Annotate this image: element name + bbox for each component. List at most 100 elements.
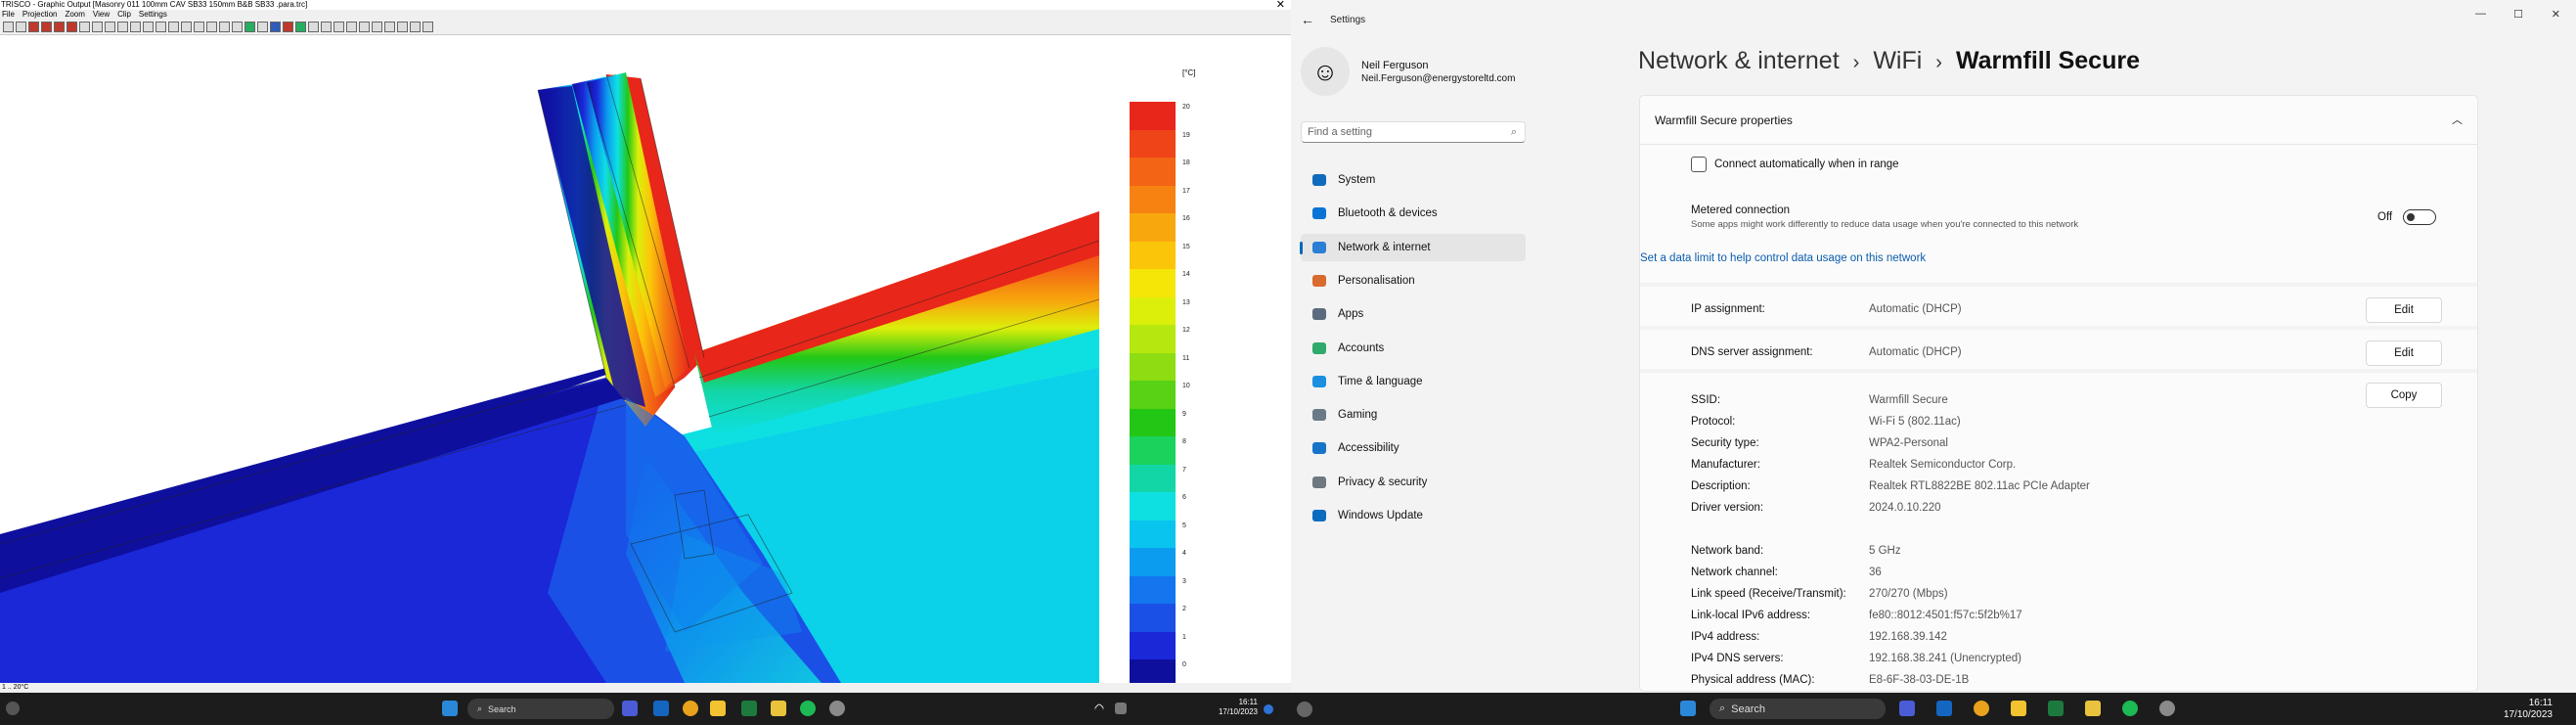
toolbar-button-icon[interactable] (270, 22, 281, 32)
menu-item-view[interactable]: View (93, 10, 110, 20)
file-explorer-icon[interactable] (2011, 701, 2026, 716)
start-icon[interactable] (442, 701, 458, 716)
clock[interactable]: 16:11 17/10/2023 (2494, 698, 2553, 721)
sidebar-item-bluetooth-devices[interactable]: Bluetooth & devices (1301, 200, 1526, 227)
file-explorer-icon[interactable] (710, 701, 726, 716)
toolbar-button-icon[interactable] (105, 22, 115, 32)
teams-icon[interactable] (622, 701, 638, 716)
toolbar-button-icon[interactable] (244, 22, 255, 32)
toolbar-button-icon[interactable] (143, 22, 154, 32)
toolbar-button-icon[interactable] (92, 22, 103, 32)
toolbar-button-icon[interactable] (283, 22, 293, 32)
toolbar-button-icon[interactable] (181, 22, 192, 32)
sidebar-item-network-internet[interactable]: Network & internet (1300, 233, 1526, 261)
back-arrow-icon[interactable]: ← (1301, 12, 1314, 27)
sidebar-item-system[interactable]: System (1301, 166, 1526, 194)
toolbar-button-icon[interactable] (130, 22, 141, 32)
trisco-app-icon[interactable] (2085, 701, 2101, 716)
spotify-icon[interactable] (2122, 701, 2138, 716)
menu-item-projection[interactable]: Projection (22, 10, 58, 20)
legend-swatch (1130, 269, 1176, 297)
maximize-icon[interactable]: ☐ (2513, 8, 2523, 21)
toolbar-button-icon[interactable] (16, 22, 26, 32)
toolbar-button-icon[interactable] (67, 22, 77, 32)
sidebar-item-personalisation[interactable]: Personalisation (1301, 267, 1526, 295)
sidebar-item-label: Time & language (1338, 375, 1423, 387)
metered-toggle[interactable] (2403, 209, 2436, 225)
sidebar-item-accessibility[interactable]: Accessibility (1301, 434, 1526, 462)
toolbar-button-icon[interactable] (308, 22, 319, 32)
sidebar-item-privacy-security[interactable]: Privacy & security (1301, 469, 1526, 496)
close-icon[interactable]: ✕ (1276, 0, 1285, 11)
toolbar-button-icon[interactable] (54, 22, 65, 32)
ip-edit-button[interactable]: Edit (2366, 297, 2442, 323)
weather-icon[interactable] (1297, 702, 1312, 717)
taskbar-search[interactable]: ⌕ Search (1710, 699, 1886, 719)
outlook-icon[interactable] (653, 701, 669, 716)
toolbar-button-icon[interactable] (321, 22, 332, 32)
excel-icon[interactable] (2048, 701, 2064, 716)
clock[interactable]: 16:11 17/10/2023 (1203, 698, 1258, 717)
toolbar-button-icon[interactable] (257, 22, 268, 32)
outlook-icon[interactable] (1936, 701, 1952, 716)
sidebar-item-gaming[interactable]: Gaming (1301, 401, 1526, 429)
spotify-icon[interactable] (800, 701, 816, 716)
toolbar-button-icon[interactable] (384, 22, 395, 32)
search-icon: ⌕ (1719, 702, 1726, 714)
minimize-icon[interactable]: — (2475, 8, 2486, 20)
toolbar-button-icon[interactable] (397, 22, 408, 32)
toolbar-button-icon[interactable] (155, 22, 166, 32)
legend-label: 20 (1182, 104, 1190, 111)
toolbar-button-icon[interactable] (232, 22, 243, 32)
chevron-up-icon[interactable] (1093, 702, 1105, 714)
toolbar-button-icon[interactable] (410, 22, 421, 32)
legend-swatch (1130, 241, 1176, 269)
toolbar-button-icon[interactable] (333, 22, 344, 32)
notification-icon[interactable] (1264, 704, 1273, 714)
toolbar-button-icon[interactable] (295, 22, 306, 32)
toolbar-button-icon[interactable] (28, 22, 39, 32)
sidebar-item-time-language[interactable]: Time & language (1301, 368, 1526, 395)
toolbar-button-icon[interactable] (194, 22, 204, 32)
chrome-icon[interactable] (683, 701, 698, 716)
menu-item-settings[interactable]: Settings (139, 10, 167, 20)
chrome-icon[interactable] (1974, 701, 1989, 716)
excel-icon[interactable] (741, 701, 757, 716)
toolbar-button-icon[interactable] (79, 22, 90, 32)
settings-app-icon[interactable] (829, 701, 845, 716)
menu-item-file[interactable]: File (2, 10, 15, 20)
detail-key: Protocol: (1691, 416, 1736, 428)
teams-icon[interactable] (1899, 701, 1915, 716)
sidebar-item-windows-update[interactable]: Windows Update (1301, 502, 1526, 529)
close-icon[interactable]: ✕ (2552, 8, 2560, 21)
start-icon[interactable] (1680, 701, 1696, 716)
toolbar-button-icon[interactable] (3, 22, 14, 32)
weather-icon[interactable] (6, 702, 20, 715)
connect-auto-checkbox[interactable] (1691, 157, 1707, 172)
breadcrumb-network[interactable]: Network & internet (1638, 47, 1840, 74)
sidebar-item-accounts[interactable]: Accounts (1301, 335, 1526, 362)
toolbar-button-icon[interactable] (219, 22, 230, 32)
toolbar-button-icon[interactable] (117, 22, 128, 32)
copy-button[interactable]: Copy (2366, 383, 2442, 408)
toolbar-button-icon[interactable] (422, 22, 433, 32)
data-limit-link[interactable]: Set a data limit to help control data us… (1640, 252, 2477, 264)
settings-app-icon[interactable] (2159, 701, 2175, 716)
trisco-app-icon[interactable] (771, 701, 786, 716)
tray-icons[interactable] (1115, 702, 1127, 714)
chevron-up-icon[interactable]: ︿ (2452, 96, 2463, 145)
toolbar-button-icon[interactable] (372, 22, 382, 32)
breadcrumb-wifi[interactable]: WiFi (1873, 47, 1922, 74)
toolbar-button-icon[interactable] (41, 22, 52, 32)
toolbar-button-icon[interactable] (206, 22, 217, 32)
menu-item-clip[interactable]: Clip (117, 10, 131, 20)
sidebar-item-apps[interactable]: Apps (1301, 300, 1526, 328)
properties-header[interactable]: Warmfill Secure properties ︿ (1640, 96, 2477, 145)
toolbar-button-icon[interactable] (168, 22, 179, 32)
toolbar-button-icon[interactable] (346, 22, 357, 32)
menu-item-zoom[interactable]: Zoom (65, 10, 84, 20)
taskbar-search[interactable]: ⌕ Search (467, 699, 614, 719)
toolbar-button-icon[interactable] (359, 22, 370, 32)
dns-edit-button[interactable]: Edit (2366, 340, 2442, 366)
search-settings-input[interactable]: Find a setting ⌕ (1301, 121, 1526, 143)
